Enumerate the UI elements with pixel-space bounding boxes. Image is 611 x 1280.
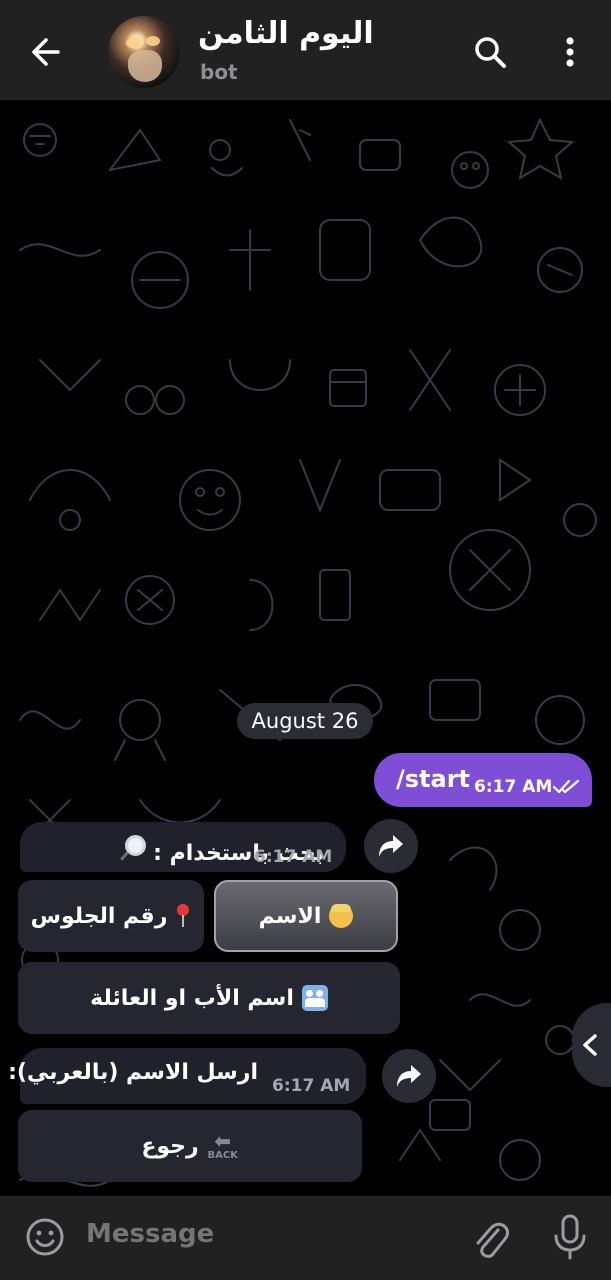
forward-button[interactable] <box>364 819 418 873</box>
keyboard-button-label: اسم الأب او العائلة <box>90 985 294 1011</box>
keyboard-button-name[interactable]: الاسم <box>214 880 398 952</box>
pin-emoji-icon <box>175 904 191 928</box>
search-icon[interactable] <box>470 32 510 72</box>
magnifier-emoji-icon <box>119 834 147 860</box>
message-time: 6:17 AM <box>254 847 333 867</box>
keyboard-button-back[interactable]: ⬅ BACK رجوع <box>18 1110 362 1182</box>
forward-icon <box>397 1065 421 1087</box>
incoming-message[interactable]: ارسل الاسم (بالعربي): 6:17 AM <box>8 1048 366 1104</box>
chat-wallpaper: August 26 /start 6:17 AM بحث باستخدام : … <box>0 100 611 1196</box>
person-emoji-icon <box>329 904 354 928</box>
microphone-icon[interactable] <box>552 1214 588 1260</box>
chat-title[interactable]: اليوم الثامن <box>198 16 374 51</box>
forward-button[interactable] <box>382 1049 436 1103</box>
chat-header: اليوم الثامن bot <box>0 0 611 100</box>
emoji-icon[interactable] <box>24 1216 66 1258</box>
outgoing-message[interactable]: /start 6:17 AM <box>374 753 592 807</box>
forward-icon <box>379 835 403 857</box>
message-text: ارسل الاسم (بالعربي): <box>8 1060 258 1085</box>
incoming-message[interactable]: بحث باستخدام : 6:17 AM <box>20 822 346 872</box>
message-text: /start <box>396 765 471 793</box>
keyboard-button-seat-number[interactable]: رقم الجلوس <box>18 880 204 952</box>
message-input[interactable] <box>84 1218 448 1250</box>
message-time: 6:17 AM <box>272 1076 351 1096</box>
keyboard-button-label: الاسم <box>258 903 322 929</box>
message-composer <box>0 1196 611 1280</box>
family-emoji-icon <box>301 985 328 1011</box>
chat-subtitle: bot <box>200 60 238 84</box>
double-check-icon <box>552 779 580 794</box>
paperclip-icon[interactable] <box>470 1216 510 1260</box>
message-time: 6:17 AM <box>474 777 553 797</box>
keyboard-button-label: رقم الجلوس <box>30 903 168 929</box>
keyboard-button-father-family[interactable]: اسم الأب او العائلة <box>18 962 400 1034</box>
back-emoji-icon: ⬅ BACK <box>207 1129 238 1161</box>
more-vertical-icon[interactable] <box>556 32 584 72</box>
date-chip: August 26 <box>237 703 373 739</box>
chevron-left-icon <box>583 1034 597 1056</box>
back-arrow-icon[interactable] <box>26 32 66 72</box>
avatar[interactable] <box>108 16 180 88</box>
keyboard-button-label: رجوع <box>141 1133 199 1159</box>
